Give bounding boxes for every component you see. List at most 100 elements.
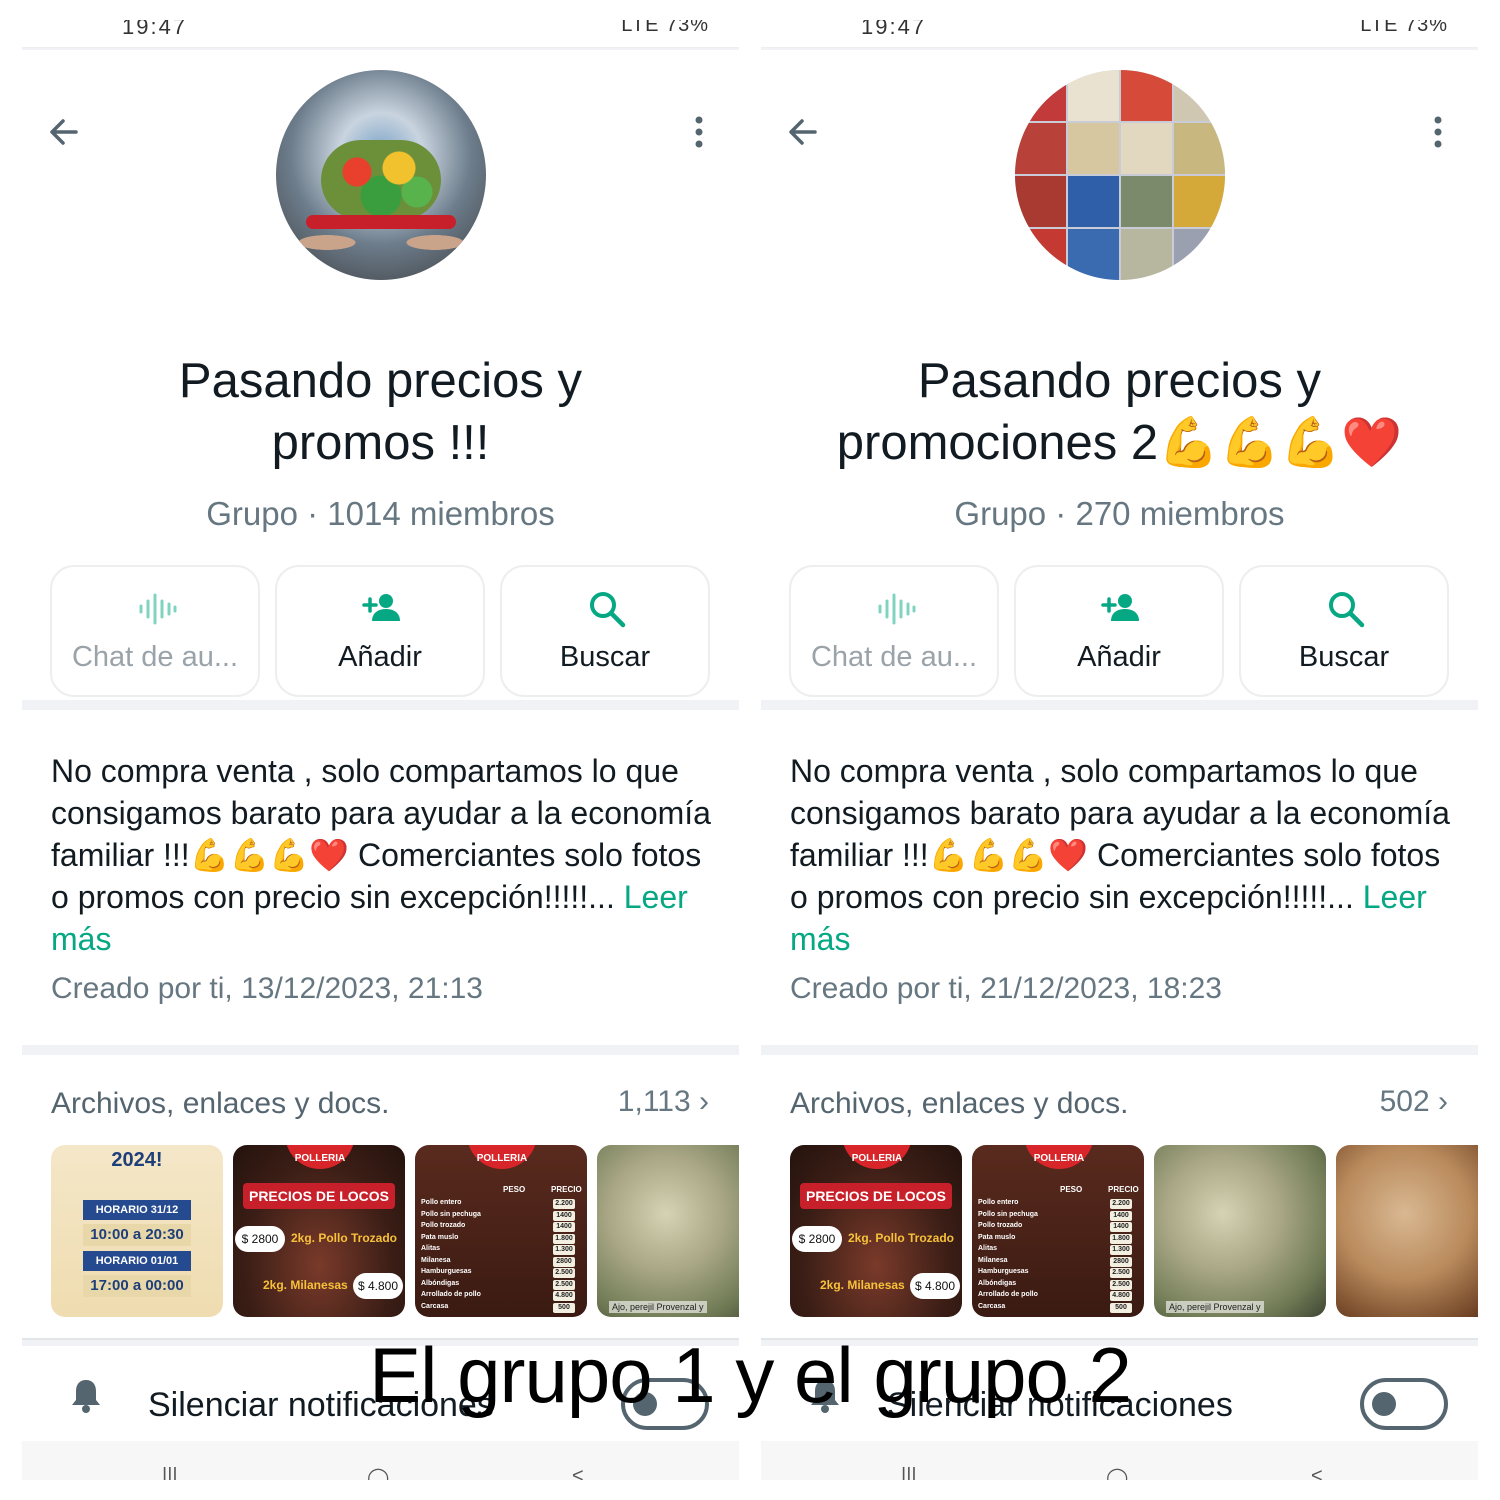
price-table-row: Pollo sin pechuga 1400 bbox=[421, 1210, 581, 1222]
chevron-right-icon: › bbox=[699, 1085, 709, 1118]
price-table-row: Albóndigas 2.500 bbox=[978, 1279, 1138, 1291]
promo-item-2: 2kg. Milanesas bbox=[263, 1278, 348, 1292]
price-table-item: Pollo entero bbox=[978, 1199, 1019, 1206]
price-table-row: Milanesa 2800 bbox=[421, 1256, 581, 1268]
media-thumbnails: 2024! HORARIO 31/12 10:00 a 20:30 HORARI… bbox=[51, 1145, 739, 1317]
media-count-link[interactable]: 502 › bbox=[1380, 1085, 1448, 1119]
media-thumbnails: POLLERIA PRECIOS DE LOCOS $ 2800 2kg. Po… bbox=[790, 1145, 1478, 1317]
table-col-weight: PESO bbox=[1060, 1185, 1083, 1194]
more-options-icon[interactable] bbox=[1418, 112, 1458, 152]
price-table-row: Arrollado de pollo 4.800 bbox=[978, 1291, 1138, 1302]
price-table-value: 2.200 bbox=[553, 1199, 575, 1209]
price-table-value: 2800 bbox=[553, 1256, 575, 1267]
price-table-row: Albóndigas 2.500 bbox=[421, 1279, 581, 1291]
price-table-value: 1.300 bbox=[553, 1245, 575, 1255]
group-name-line-1: Pasando precios y bbox=[178, 354, 583, 408]
price-table-item: Carcasa bbox=[421, 1302, 449, 1310]
price-table-row: Milanesa 2800 bbox=[978, 1256, 1138, 1268]
search-icon bbox=[590, 592, 626, 628]
price-table-item: Pata muslo bbox=[421, 1233, 459, 1241]
price-table-value: 1400 bbox=[1110, 1222, 1132, 1232]
audio-chat-button[interactable]: Chat de au... bbox=[50, 565, 260, 697]
group-description-text: No compra venta , solo compartamos lo qu… bbox=[51, 753, 711, 915]
search-button[interactable]: Buscar bbox=[1239, 565, 1449, 697]
media-count: 1,113 bbox=[617, 1085, 691, 1118]
group-avatar[interactable] bbox=[1015, 70, 1225, 280]
media-thumbnail-promo[interactable]: POLLERIA PRECIOS DE LOCOS $ 2800 2kg. Po… bbox=[790, 1145, 962, 1317]
price-table-row: Pata muslo 1.800 bbox=[978, 1233, 1138, 1245]
price-table-item: Albóndigas bbox=[421, 1279, 460, 1287]
price-table-item: Pollo sin pechuga bbox=[421, 1210, 481, 1218]
overlay-caption: El grupo 1 y el grupo 2 bbox=[369, 1331, 1132, 1419]
media-thumbnail-price-table[interactable]: POLLERIA PESO PRECIO Pollo entero 2.200 Po… bbox=[415, 1145, 587, 1317]
media-thumbnail-food[interactable] bbox=[1336, 1145, 1478, 1317]
price-table-value: 4.800 bbox=[553, 1291, 575, 1301]
price-table-value: 1400 bbox=[553, 1210, 575, 1221]
media-count: 502 bbox=[1379, 1085, 1430, 1118]
media-section-title: Archivos, enlaces y docs. bbox=[790, 1087, 1129, 1120]
media-thumbnail-chicken[interactable]: Ajo, perejil Provenzal y bbox=[597, 1145, 739, 1317]
price-table-item: Pata muslo bbox=[978, 1233, 1016, 1241]
system-nav-bar: ||| ◯ < bbox=[22, 1441, 739, 1480]
table-col-price: PRECIO bbox=[1108, 1185, 1139, 1194]
add-member-button[interactable]: Añadir bbox=[1014, 565, 1224, 697]
price-table-row: Pollo sin pechuga 1400 bbox=[978, 1210, 1138, 1222]
add-member-label: Añadir bbox=[338, 641, 422, 673]
action-buttons: Chat de au... Añadir Buscar bbox=[50, 565, 710, 697]
polleria-logo: POLLERIA bbox=[842, 1145, 912, 1169]
price-table-row: Pollo entero 2.200 bbox=[978, 1199, 1138, 1210]
search-label: Buscar bbox=[1298, 641, 1390, 673]
promo-price-2: $ 4.800 bbox=[353, 1273, 403, 1299]
price-table-value: 4.800 bbox=[1110, 1291, 1132, 1301]
price-table-value: 1.800 bbox=[1110, 1233, 1132, 1244]
polleria-logo: POLLERIA bbox=[1024, 1145, 1094, 1169]
audio-wave-icon bbox=[878, 593, 916, 625]
recents-nav-icon[interactable]: ||| bbox=[901, 1465, 917, 1480]
price-table-item: Pollo trozado bbox=[978, 1222, 1023, 1229]
schedule-bar-1: HORARIO 31/12 bbox=[83, 1200, 191, 1220]
action-buttons: Chat de au... Añadir Buscar bbox=[789, 565, 1449, 697]
status-time: 19:47 bbox=[861, 20, 927, 39]
media-thumbnail-price-table[interactable]: POLLERIA PESO PRECIO Pollo entero 2.200 Po… bbox=[972, 1145, 1144, 1317]
media-thumbnail-schedule[interactable]: 2024! HORARIO 31/12 10:00 a 20:30 HORARI… bbox=[51, 1145, 223, 1317]
group-name-line-2: promociones 2💪💪💪❤️ bbox=[836, 416, 1403, 470]
group-member-count: Grupo · 270 miembros bbox=[954, 495, 1285, 532]
status-time: 19:47 bbox=[122, 20, 188, 39]
group-name: Pasando precios y promos !!! bbox=[42, 350, 719, 474]
back-nav-icon[interactable]: < bbox=[572, 1465, 584, 1480]
back-nav-icon[interactable]: < bbox=[1311, 1465, 1323, 1480]
promo-title: PRECIOS DE LOCOS bbox=[243, 1183, 395, 1209]
price-table-item: Pollo sin pechuga bbox=[978, 1210, 1038, 1218]
price-table-item: Pollo entero bbox=[421, 1199, 462, 1206]
media-thumbnail-chicken[interactable]: Ajo, perejil Provenzal y bbox=[1154, 1145, 1326, 1317]
price-table-value: 2.500 bbox=[553, 1279, 575, 1290]
add-member-button[interactable]: Añadir bbox=[275, 565, 485, 697]
promo-item-2: 2kg. Milanesas bbox=[820, 1278, 905, 1292]
price-table-row: Alitas 1.300 bbox=[978, 1245, 1138, 1256]
promo-price-1: $ 2800 bbox=[235, 1226, 285, 1252]
media-thumbnail-promo[interactable]: POLLERIA PRECIOS DE LOCOS $ 2800 2kg. Po… bbox=[233, 1145, 405, 1317]
price-table-item: Alitas bbox=[421, 1245, 441, 1252]
price-table-item: Carcasa bbox=[978, 1302, 1006, 1310]
group-avatar[interactable] bbox=[276, 70, 486, 280]
home-nav-icon[interactable]: ◯ bbox=[1106, 1465, 1128, 1480]
back-arrow-icon[interactable] bbox=[783, 112, 823, 152]
audio-chat-button[interactable]: Chat de au... bbox=[789, 565, 999, 697]
promo-item-1: 2kg. Pollo Trozado bbox=[848, 1231, 955, 1245]
price-table-value: 1.800 bbox=[553, 1233, 575, 1244]
audio-chat-label: Chat de au... bbox=[810, 641, 978, 673]
search-button[interactable]: Buscar bbox=[500, 565, 710, 697]
price-table-value: 2.500 bbox=[1110, 1268, 1132, 1278]
more-options-icon[interactable] bbox=[679, 112, 719, 152]
schedule-time-2: 17:00 a 00:00 bbox=[83, 1275, 191, 1297]
price-table-item: Hamburguesas bbox=[421, 1268, 472, 1275]
media-count-link[interactable]: 1,113 › bbox=[618, 1085, 709, 1119]
recents-nav-icon[interactable]: ||| bbox=[162, 1465, 178, 1480]
home-nav-icon[interactable]: ◯ bbox=[367, 1465, 389, 1480]
price-table-value: 2.200 bbox=[1110, 1199, 1132, 1209]
price-table-row: Pollo entero 2.200 bbox=[421, 1199, 581, 1210]
price-table-value: 1400 bbox=[1110, 1210, 1132, 1221]
add-member-label: Añadir bbox=[1077, 641, 1161, 673]
price-table-row: Arrollado de pollo 4.800 bbox=[421, 1291, 581, 1302]
back-arrow-icon[interactable] bbox=[44, 112, 84, 152]
